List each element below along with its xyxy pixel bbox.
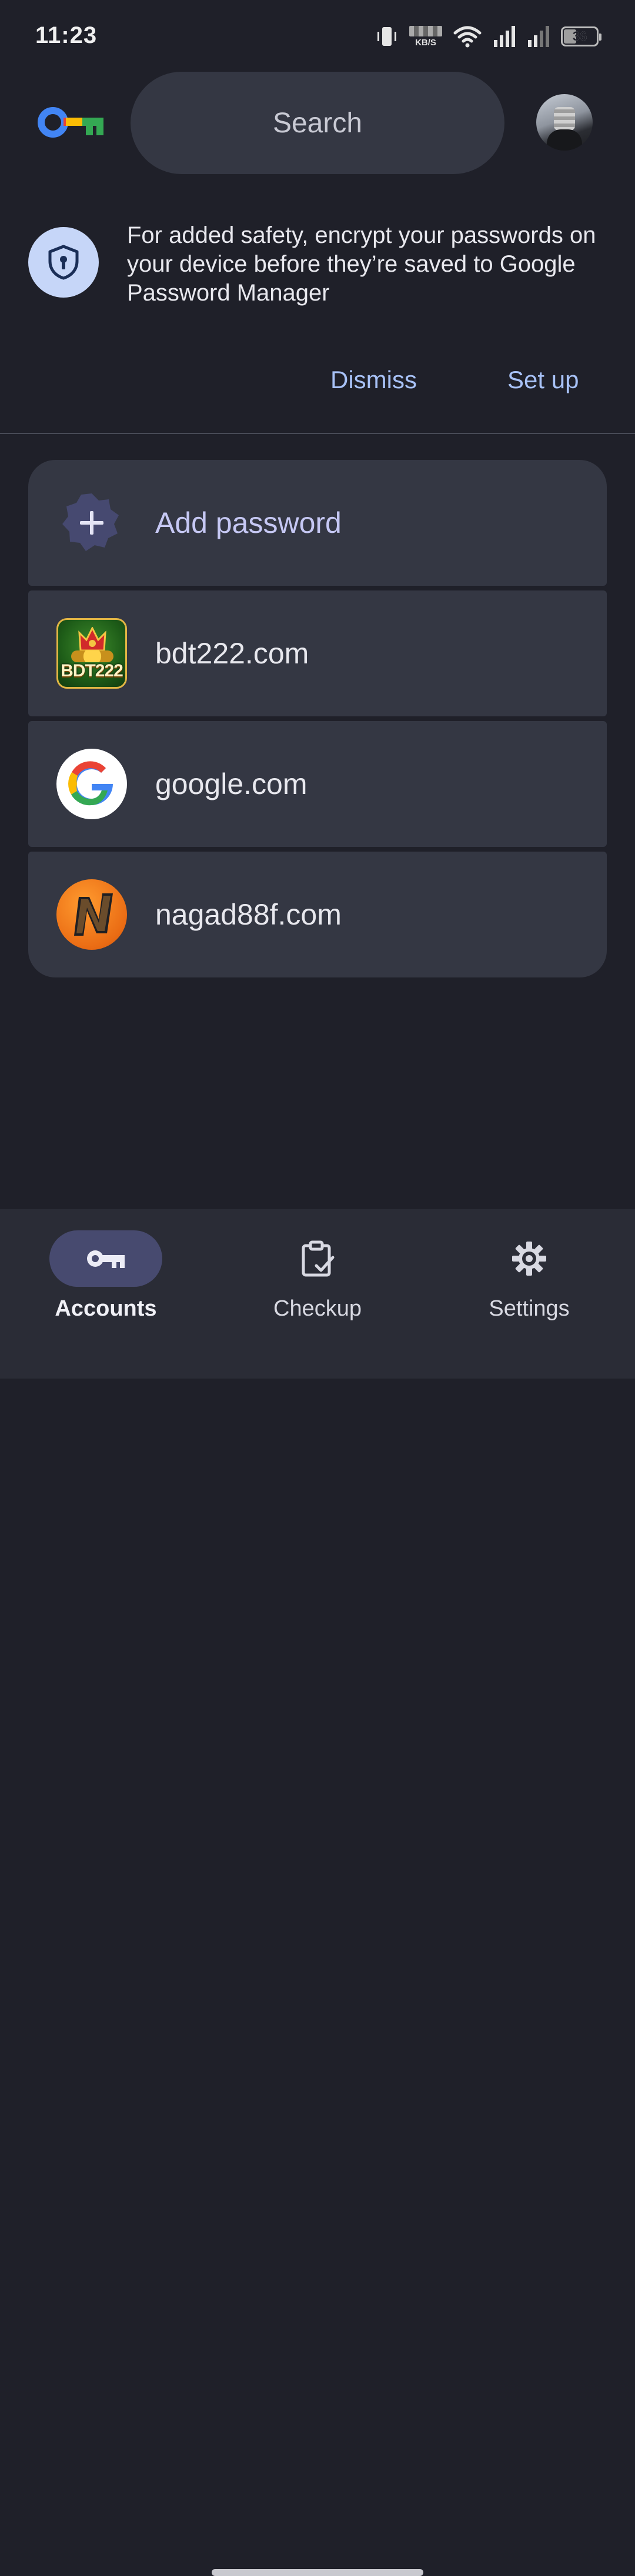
dismiss-button[interactable]: Dismiss: [330, 366, 417, 394]
add-icon: [62, 493, 119, 551]
avatar[interactable]: [536, 94, 593, 151]
banner-icon: [28, 227, 99, 298]
wifi-icon: [453, 26, 482, 48]
site-label: nagad88f.com: [155, 898, 342, 931]
home-indicator[interactable]: [212, 2569, 423, 2576]
status-time: 11:23: [35, 22, 98, 48]
banner-actions: Dismiss Set up: [0, 360, 635, 401]
list-item-bdt222[interactable]: BDT222 bdt222.com: [28, 590, 607, 716]
password-list: Add password BDT222 bdt222.com google.co…: [28, 460, 607, 977]
set-up-button[interactable]: Set up: [507, 366, 579, 394]
net-speed-unit: KB/S: [415, 38, 436, 48]
add-password-label: Add password: [155, 506, 342, 539]
add-password-button[interactable]: Add password: [28, 460, 607, 586]
shield-lock-icon: [48, 245, 79, 280]
nav-label-checkup: Checkup: [273, 1296, 362, 1321]
nav-active-indicator: [49, 1230, 162, 1287]
status-icons: KB/S 36: [375, 24, 601, 49]
nav-settings[interactable]: Settings: [441, 1230, 617, 1322]
google-site-icon: [56, 749, 127, 819]
nagad-site-icon: [56, 879, 127, 950]
list-item-google[interactable]: google.com: [28, 721, 607, 847]
net-speed-indicator: KB/S: [409, 26, 442, 47]
nav-accounts[interactable]: Accounts: [18, 1230, 194, 1322]
signal-2-icon: [528, 26, 549, 47]
search-input[interactable]: Search: [131, 72, 504, 174]
site-label: bdt222.com: [155, 637, 309, 670]
key-icon: [87, 1250, 125, 1268]
status-bar: 11:23 KB/S 36: [0, 0, 635, 71]
clipboard-check-icon: [302, 1240, 335, 1277]
nav-label-settings: Settings: [489, 1296, 570, 1321]
site-label: google.com: [155, 768, 308, 800]
nav-label-accounts: Accounts: [55, 1296, 157, 1321]
battery-icon: 36: [561, 26, 601, 46]
signal-icon: [494, 26, 515, 47]
battery-level-text: 36: [572, 29, 587, 44]
encryption-banner-text: For added safety, encrypt your passwords…: [127, 222, 596, 306]
bdt222-icon-text: BDT222: [61, 661, 123, 680]
divider: [0, 433, 635, 434]
bottom-navigation: Accounts Checkup Settings: [0, 1209, 635, 2576]
password-manager-logo: [38, 107, 103, 138]
bdt222-site-icon: BDT222: [56, 618, 127, 689]
vibrate-icon: [377, 27, 396, 46]
gear-icon: [512, 1242, 546, 1276]
list-item-nagad[interactable]: nagad88f.com: [28, 852, 607, 977]
nav-checkup[interactable]: Checkup: [229, 1230, 406, 1322]
